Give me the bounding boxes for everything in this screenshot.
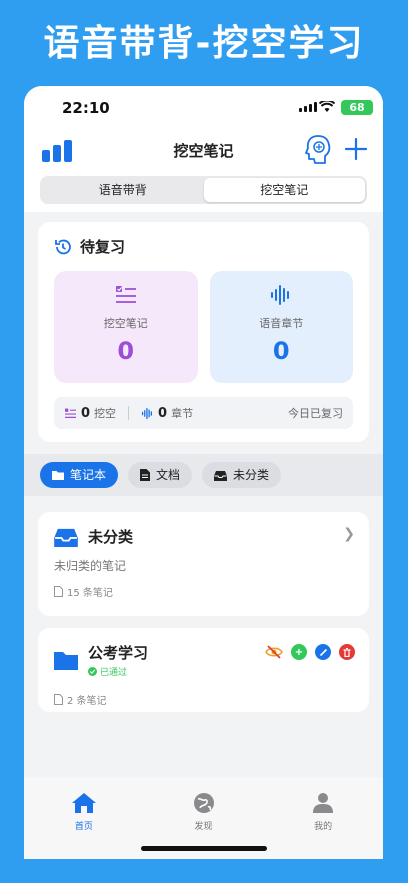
nav-bar: 挖空笔记	[24, 130, 383, 176]
cloze-notes-count: 0	[117, 337, 135, 365]
history-icon	[55, 239, 71, 254]
waveform-icon	[271, 285, 290, 305]
tab-notebook[interactable]: 笔记本	[40, 462, 119, 488]
segment-voice[interactable]: 语音带背	[42, 178, 204, 202]
inbox-icon	[214, 470, 228, 481]
mode-segmented-control: 语音带背 挖空笔记	[40, 176, 367, 204]
bottom-tab-bar: 首页 发现 我的	[24, 777, 383, 859]
status-text: 已通过	[100, 668, 128, 678]
segment-cloze[interactable]: 挖空笔记	[203, 178, 365, 202]
voice-chapters-box[interactable]: 语音章节 0	[209, 271, 353, 383]
add-note-icon[interactable]: +	[291, 644, 307, 660]
review-stats-bar: 0 挖空 0 章节 今日已复习	[54, 397, 353, 429]
status-bar: 22:10 68	[24, 86, 383, 130]
tab-uncategorized[interactable]: 未分类	[202, 462, 282, 488]
checklist-icon	[115, 286, 136, 303]
document-icon	[54, 586, 63, 597]
phone-screen: 22:10 68 挖空笔记 语音带背 挖空笔记 待复习 挖空笔记 0 语音章节 …	[24, 86, 383, 859]
brain-icon[interactable]	[305, 134, 331, 164]
notebook-count: 2 条笔记	[54, 692, 353, 707]
document-icon	[54, 694, 63, 705]
today-reviewed-label: 今日已复习	[288, 407, 343, 420]
banner-title: 语音带背-挖空学习	[43, 23, 365, 64]
notebook-card-uncategorized[interactable]: 未分类 ❯ 未归类的笔记 15 条笔记	[38, 512, 369, 616]
person-icon	[313, 793, 334, 813]
chapter-stat-count: 0	[158, 405, 168, 421]
cloze-notes-box[interactable]: 挖空笔记 0	[54, 271, 198, 383]
edit-icon[interactable]	[315, 644, 331, 660]
tabbar-profile-label: 我的	[314, 822, 333, 832]
voice-chapters-count: 0	[272, 337, 290, 365]
tab-uncategorized-label: 未分类	[233, 468, 270, 482]
document-icon	[140, 469, 151, 481]
add-icon[interactable]	[345, 138, 367, 160]
chapter-stat-label: 章节	[171, 407, 194, 420]
cloze-notes-label: 挖空笔记	[103, 317, 148, 330]
cloze-stat-count: 0	[81, 405, 91, 421]
notebook-count-text: 2 条笔记	[67, 696, 107, 707]
cloze-stat-label: 挖空	[94, 407, 117, 420]
voice-chapters-label: 语音章节	[259, 317, 304, 330]
review-title: 待复习	[80, 238, 126, 256]
tab-notebook-label: 笔记本	[70, 468, 107, 482]
delete-icon[interactable]	[339, 644, 355, 660]
inbox-icon	[54, 528, 78, 547]
waveform-icon	[141, 407, 153, 419]
home-icon	[71, 793, 96, 813]
tabbar-discover-label: 发现	[194, 822, 213, 832]
tabbar-home-label: 首页	[74, 822, 93, 832]
hide-icon[interactable]	[265, 644, 283, 660]
notebook-actions: +	[265, 644, 355, 660]
folder-icon	[52, 471, 64, 480]
tabbar-profile[interactable]: 我的	[263, 777, 383, 859]
tabbar-home[interactable]: 首页	[24, 777, 144, 859]
chevron-right-icon: ❯	[343, 526, 355, 542]
review-card: 待复习 挖空笔记 0 语音章节 0 0 挖空 0 章节 今日已复习	[38, 222, 369, 442]
notebook-subtitle: 未归类的笔记	[54, 559, 127, 573]
wifi-icon	[319, 101, 335, 112]
notebook-title: 未分类	[88, 528, 134, 546]
category-tabs: 笔记本 文档 未分类	[24, 454, 383, 496]
notebook-list: 未分类 ❯ 未归类的笔记 15 条笔记 公考学习 已通过 + 2 条笔记	[24, 496, 383, 712]
notebook-title: 公考学习	[88, 644, 149, 662]
status-time: 22:10	[62, 99, 110, 117]
checklist-icon	[65, 408, 76, 418]
status-badge: 已通过	[88, 665, 148, 678]
notebook-card-exam[interactable]: 公考学习 已通过 + 2 条笔记	[38, 628, 369, 712]
cellular-signal-icon	[299, 102, 317, 112]
tab-document[interactable]: 文档	[128, 462, 193, 488]
battery-icon: 68	[341, 100, 373, 115]
home-indicator	[141, 846, 267, 851]
notebook-count: 15 条笔记	[54, 584, 353, 599]
folder-icon	[54, 652, 78, 670]
check-circle-icon	[88, 667, 97, 676]
tab-document-label: 文档	[156, 468, 181, 482]
globe-icon	[193, 793, 214, 813]
notebook-count-text: 15 条笔记	[67, 588, 113, 599]
divider	[128, 406, 130, 420]
